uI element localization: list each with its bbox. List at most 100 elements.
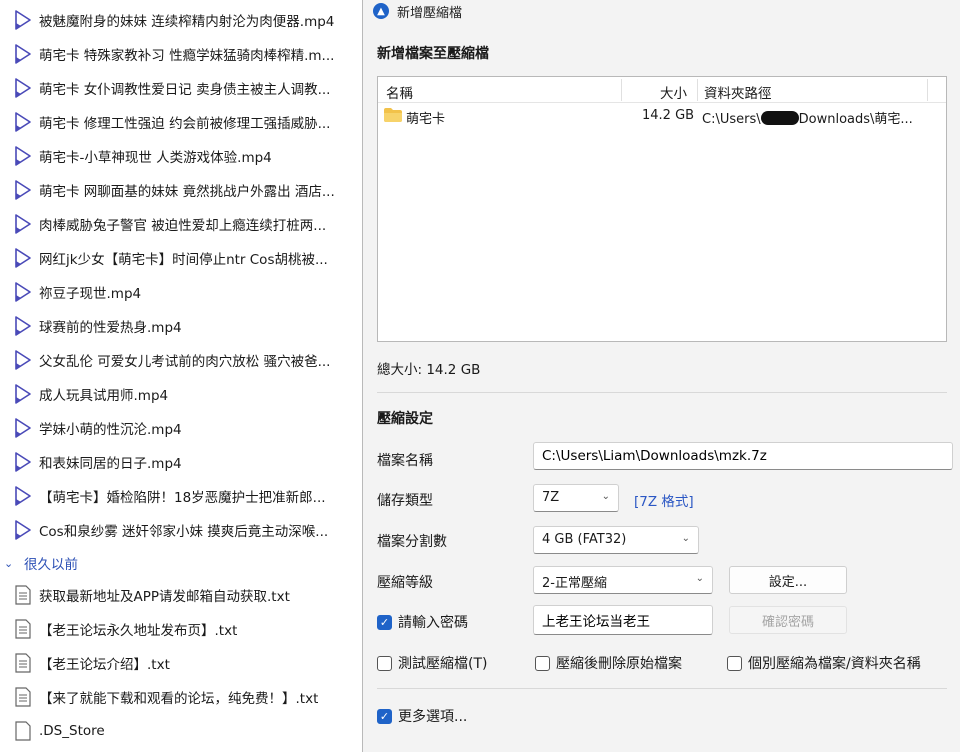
list-item[interactable]: 成人玩具试用师.mp4: [0, 377, 362, 411]
password-input[interactable]: [533, 605, 713, 635]
chevron-down-icon: ⌄: [695, 573, 704, 584]
list-item[interactable]: 网红jk少女【萌宅卡】时间停止ntr Cos胡桃被...: [0, 241, 362, 275]
file-name: 萌宅卡-小草神现世 人类游戏体验.mp4: [39, 150, 272, 166]
test-archive-label: 測試壓縮檔(T): [398, 656, 488, 672]
list-item[interactable]: 萌宅卡 14.2 GB C:\Users\ Downloads\萌宅...: [378, 105, 946, 127]
check-icon: ✓: [377, 708, 392, 724]
list-item[interactable]: 被魅魔附身的妹妹 连续榨精内射沦为肉便器.mp4: [0, 3, 362, 37]
password-checkbox-label: 請輸入密碼: [398, 615, 468, 631]
list-item[interactable]: 肉棒威胁兔子警官 被迫性爱却上瘾连续打桩两...: [0, 207, 362, 241]
chevron-down-icon: ⌄: [681, 533, 690, 544]
confirm-password-button[interactable]: 確認密碼: [729, 606, 847, 634]
split-value: 4 GB (FAT32): [542, 532, 627, 547]
storage-type-label: 儲存類型: [377, 493, 433, 509]
list-item[interactable]: 萌宅卡 女仆调教性爱日记 卖身债主被主人调教...: [0, 71, 362, 105]
video-file-icon: [14, 418, 32, 438]
settings-section-title: 壓縮設定: [377, 411, 433, 427]
video-file-icon: [14, 384, 32, 404]
list-item[interactable]: 父女乱伦 可爱女儿考试前的肉穴放松 骚穴被爸...: [0, 343, 362, 377]
column-divider[interactable]: [927, 79, 928, 101]
filename-label: 檔案名稱: [377, 453, 433, 469]
file-name: 萌宅卡 网聊面基的妹妹 竟然挑战户外露出 酒店...: [39, 184, 335, 200]
file-name: 网红jk少女【萌宅卡】时间停止ntr Cos胡桃被...: [39, 252, 328, 268]
video-file-icon: [14, 146, 32, 166]
file-name: 【老王论坛介绍】.txt: [39, 657, 170, 673]
chevron-down-icon: ⌄: [4, 556, 14, 570]
video-file-icon: [14, 316, 32, 336]
text-file-icon: [14, 619, 32, 639]
column-name[interactable]: 名稱: [386, 82, 413, 102]
files-list-box[interactable]: 名稱 大小 資料夾路徑 萌宅卡 14.2 GB C:\Users\ Downloa…: [377, 76, 947, 342]
more-options-label: 更多選項...: [398, 709, 468, 725]
video-file-icon: [14, 248, 32, 268]
file-name: 萌宅卡 特殊家教补习 性瘾学妹猛骑肉棒榨精.m...: [39, 48, 335, 64]
test-archive-checkbox[interactable]: 測試壓縮檔(T): [377, 653, 487, 673]
file-name: 获取最新地址及APP请发邮箱自动获取.txt: [39, 589, 290, 605]
list-item[interactable]: 【来了就能下载和观看的论坛，纯免费！】.txt: [0, 680, 362, 714]
list-item[interactable]: 【老王论坛介绍】.txt: [0, 646, 362, 680]
list-item[interactable]: 萌宅卡-小草神现世 人类游戏体验.mp4: [0, 139, 362, 173]
level-value: 2-正常壓縮: [542, 576, 607, 591]
list-item[interactable]: 获取最新地址及APP请发邮箱自动获取.txt: [0, 578, 362, 612]
more-options-checkbox[interactable]: ✓ 更多選項...: [377, 706, 467, 726]
file-name: 球赛前的性爱热身.mp4: [39, 320, 182, 336]
filename-input[interactable]: [533, 442, 953, 470]
list-item[interactable]: 球赛前的性爱热身.mp4: [0, 309, 362, 343]
column-divider[interactable]: [697, 79, 698, 101]
file-name: 萌宅卡 修理工性强迫 约会前被修理工强插威胁...: [39, 116, 331, 132]
list-item[interactable]: 萌宅卡 修理工性强迫 约会前被修理工强插威胁...: [0, 105, 362, 139]
list-item[interactable]: 萌宅卡 网聊面基的妹妹 竟然挑战户外露出 酒店...: [0, 173, 362, 207]
list-item[interactable]: 和表妹同居的日子.mp4: [0, 445, 362, 479]
file-name: .DS_Store: [39, 723, 105, 739]
divider: [377, 688, 947, 689]
file-name: 学妹小萌的性沉沦.mp4: [39, 422, 182, 438]
separate-archives-checkbox[interactable]: 個別壓縮為檔案/資料夾名稱: [727, 653, 921, 673]
level-settings-button[interactable]: 設定...: [729, 566, 847, 594]
column-size[interactable]: 大小: [660, 82, 687, 102]
column-divider[interactable]: [621, 79, 622, 101]
checkbox-empty-icon: [377, 655, 392, 671]
list-item[interactable]: 【老王论坛永久地址发布页】.txt: [0, 612, 362, 646]
format-link[interactable]: [7Z 格式]: [634, 490, 694, 510]
delete-after-checkbox[interactable]: 壓縮後刪除原始檔案: [535, 653, 682, 673]
file-name: 父女乱伦 可爱女儿考试前的肉穴放松 骚穴被爸...: [39, 354, 331, 370]
file-name: 【萌宅卡】婚检陷阱！18岁恶魔护士把准新郎...: [39, 490, 326, 506]
storage-type-select[interactable]: 7Z ⌄: [533, 484, 619, 512]
file-name: 成人玩具试用师.mp4: [39, 388, 169, 404]
list-item[interactable]: 【萌宅卡】婚检陷阱！18岁恶魔护士把准新郎...: [0, 479, 362, 513]
row-name: 萌宅卡: [406, 112, 446, 127]
total-size: 總大小: 14.2 GB: [377, 362, 481, 378]
list-item[interactable]: 萌宅卡 特殊家教补习 性瘾学妹猛骑肉棒榨精.m...: [0, 37, 362, 71]
video-file-icon: [14, 44, 32, 64]
video-file-icon: [14, 112, 32, 132]
folder-icon: [384, 108, 402, 122]
level-select[interactable]: 2-正常壓縮 ⌄: [533, 566, 713, 594]
row-path: C:\Users\ Downloads\萌宅...: [702, 108, 913, 127]
list-item[interactable]: .DS_Store: [0, 714, 362, 748]
dialog-titlebar[interactable]: ▲ 新增壓縮檔: [363, 0, 960, 22]
level-label: 壓縮等級: [377, 575, 433, 591]
chevron-down-icon: ⌄: [601, 491, 610, 502]
column-path[interactable]: 資料夾路徑: [704, 82, 772, 102]
storage-type-value: 7Z: [542, 490, 560, 505]
video-file-icon: [14, 10, 32, 30]
video-file-icon: [14, 452, 32, 472]
file-name: 祢豆子现世.mp4: [39, 286, 142, 302]
video-file-icon: [14, 78, 32, 98]
file-list: 被魅魔附身的妹妹 连续榨精内射沦为肉便器.mp4 萌宅卡 特殊家教补习 性瘾学妹猛…: [0, 0, 362, 752]
add-archive-dialog: ▲ 新增壓縮檔 新增檔案至壓縮檔 名稱 大小 資料夾路徑 萌宅卡 14.2 GB…: [362, 0, 960, 752]
text-file-icon: [14, 653, 32, 673]
list-item[interactable]: 学妹小萌的性沉沦.mp4: [0, 411, 362, 445]
group-header-long-ago[interactable]: ⌄ 很久以前: [0, 548, 78, 578]
split-select[interactable]: 4 GB (FAT32) ⌄: [533, 526, 699, 554]
archive-app-icon: ▲: [373, 3, 389, 19]
list-item[interactable]: 祢豆子现世.mp4: [0, 275, 362, 309]
checkbox-empty-icon: [535, 655, 550, 671]
password-checkbox[interactable]: ✓ 請輸入密碼: [377, 612, 468, 632]
row-path-suffix: Downloads\萌宅...: [798, 112, 913, 127]
video-file-icon: [14, 214, 32, 234]
redacted-username: [760, 111, 799, 125]
group-label: 很久以前: [24, 557, 78, 573]
checkbox-empty-icon: [727, 655, 742, 671]
list-item[interactable]: Cos和泉纱雾 迷奸邻家小妹 摸爽后竟主动深喉...: [0, 513, 362, 547]
